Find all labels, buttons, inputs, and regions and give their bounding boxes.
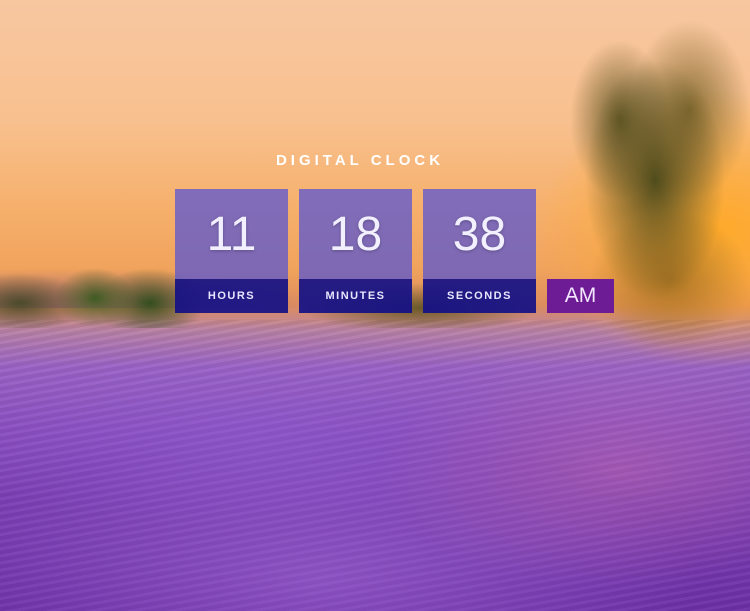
digital-clock: DIGITAL CLOCK 11 HOURS 18 MINUTES 38 SEC…	[0, 0, 750, 611]
am-pm-badge: AM	[547, 279, 614, 313]
lavender-sunset-background: DIGITAL CLOCK 11 HOURS 18 MINUTES 38 SEC…	[0, 0, 750, 611]
seconds-unit: 38 SECONDS	[423, 189, 536, 313]
hours-label: HOURS	[175, 279, 288, 313]
minutes-label: MINUTES	[299, 279, 412, 313]
seconds-value: 38	[423, 189, 536, 279]
seconds-label: SECONDS	[423, 279, 536, 313]
clock-title: DIGITAL CLOCK	[275, 152, 445, 169]
minutes-unit: 18 MINUTES	[299, 189, 412, 313]
hours-unit: 11 HOURS	[175, 189, 288, 313]
hours-value: 11	[175, 189, 288, 279]
minutes-value: 18	[299, 189, 412, 279]
